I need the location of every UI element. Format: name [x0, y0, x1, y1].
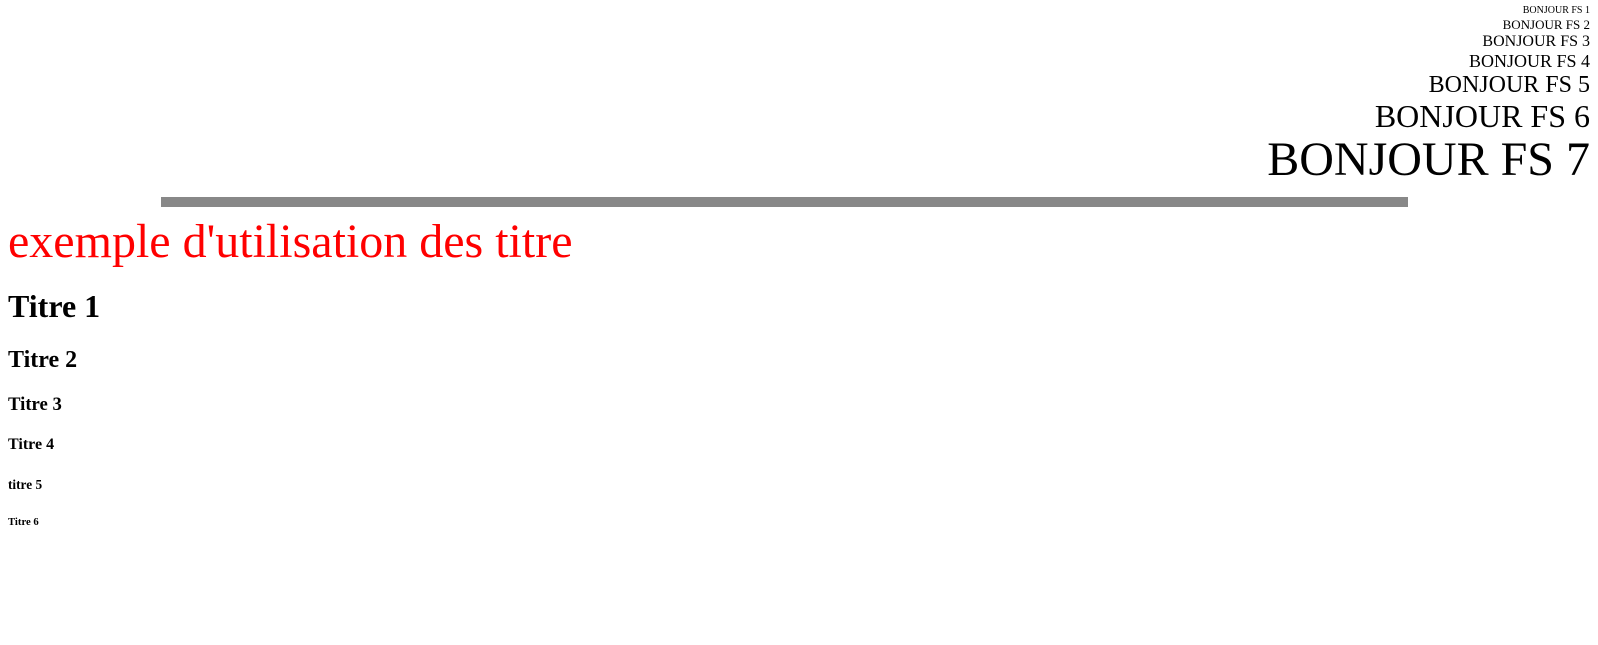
font-size-samples: BONJOUR FS 1 BONJOUR FS 2 BONJOUR FS 3 B… [1267, 4, 1590, 186]
font-size-5-text: BONJOUR FS 5 [1428, 72, 1590, 98]
heading-1: Titre 1 [8, 288, 101, 324]
heading-4: Titre 4 [8, 436, 55, 453]
heading-6: Titre 6 [8, 516, 39, 528]
font-size-2-text: BONJOUR FS 2 [1502, 17, 1590, 32]
horizontal-rule [161, 197, 1408, 207]
heading-5: titre 5 [8, 477, 43, 492]
font-size-6-text: BONJOUR FS 6 [1374, 98, 1590, 134]
heading-2: Titre 2 [8, 347, 78, 373]
page-title: exemple d'utilisation des titre [8, 215, 573, 268]
font-size-4-text: BONJOUR FS 4 [1468, 51, 1590, 71]
font-size-1-text: BONJOUR FS 1 [1522, 5, 1590, 16]
font-size-7-text: BONJOUR FS 7 [1267, 133, 1590, 186]
heading-3: Titre 3 [8, 394, 62, 415]
font-size-3-text: BONJOUR FS 3 [1482, 33, 1590, 50]
